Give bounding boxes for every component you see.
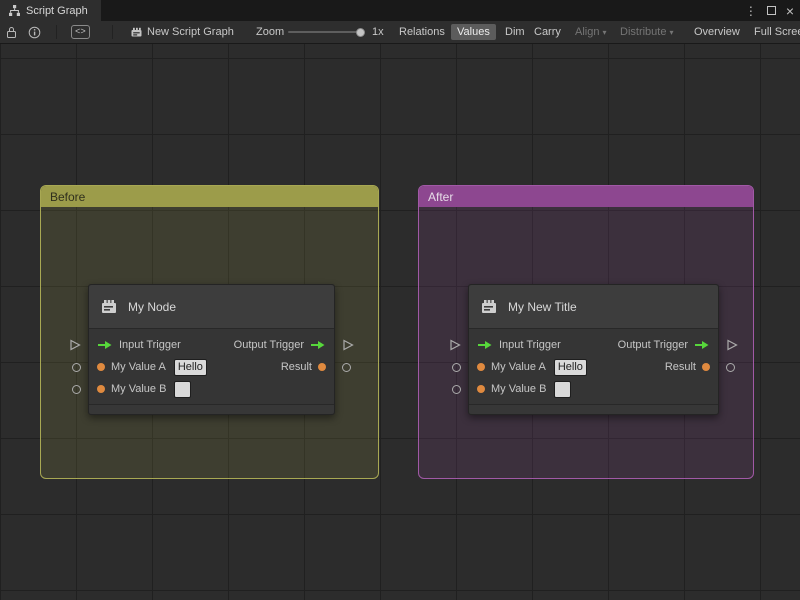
toolbar-separator <box>112 25 113 39</box>
script-graph-window: Script Graph ⋮ × <> New Script Graph Zoo… <box>0 0 800 600</box>
port-row-value-b: My Value B <box>469 378 718 400</box>
value-b-input[interactable] <box>174 380 192 398</box>
value-b-input[interactable] <box>554 380 572 398</box>
port-label: My Value A <box>111 361 166 373</box>
port-label: My Value B <box>491 383 547 395</box>
hollow-circle-icon[interactable] <box>452 363 461 372</box>
value-a-input[interactable]: Hello <box>173 358 207 376</box>
port-row-value-a: My Value A Hello Result <box>469 356 718 378</box>
port-label: My Value B <box>111 383 167 395</box>
hollow-triangle-icon[interactable] <box>726 339 738 351</box>
port-label: Result <box>280 361 312 373</box>
info-icon[interactable] <box>28 21 41 43</box>
hollow-circle-icon[interactable] <box>726 363 735 372</box>
node-footer <box>89 404 334 414</box>
group-title: After <box>428 189 454 204</box>
lock-icon[interactable] <box>6 21 17 43</box>
hollow-circle-icon[interactable] <box>72 363 81 372</box>
hollow-triangle-icon[interactable] <box>449 339 461 351</box>
tab-bar: Script Graph ⋮ × <box>0 0 800 21</box>
toolbar-separator <box>56 25 57 39</box>
orange-dot-icon[interactable] <box>702 363 710 371</box>
graph-name-label[interactable]: New Script Graph <box>147 21 234 43</box>
zoom-slider-handle[interactable] <box>356 28 365 37</box>
node-my-node[interactable]: My Node Input Trigger Output Trigger My … <box>70 284 354 415</box>
port-label: Output Trigger <box>617 339 688 351</box>
node-ports: Input Trigger Output Trigger My Value A … <box>469 329 718 404</box>
green-arrow-icon[interactable] <box>310 340 326 350</box>
carry-button[interactable]: Carry <box>534 21 561 43</box>
green-arrow-icon[interactable] <box>694 340 710 350</box>
node-title: My New Title <box>508 299 577 314</box>
hollow-circle-icon[interactable] <box>452 385 461 394</box>
hollow-triangle-icon[interactable] <box>342 339 354 351</box>
script-machine-icon <box>479 297 499 317</box>
close-icon[interactable]: × <box>786 4 794 18</box>
relations-button[interactable]: Relations <box>399 21 445 43</box>
tab-script-graph[interactable]: Script Graph <box>0 0 101 21</box>
orange-dot-icon[interactable] <box>97 363 105 371</box>
chevron-down-icon: ▾ <box>669 27 674 37</box>
graph-canvas[interactable]: Before My Node Input Trigger Output Trig… <box>0 44 800 600</box>
graph-icon <box>8 4 21 17</box>
window-controls: ⋮ × <box>745 0 794 21</box>
green-arrow-icon[interactable] <box>477 340 493 350</box>
align-label: Align <box>575 26 600 38</box>
value-a-input[interactable]: Hello <box>553 358 587 376</box>
node-my-new-title[interactable]: My New Title Input Trigger Output Trigge <box>450 284 738 415</box>
port-row-value-a: My Value A Hello Result <box>89 356 334 378</box>
node-ports: Input Trigger Output Trigger My Value A … <box>89 329 334 404</box>
values-button[interactable]: Values <box>451 24 496 40</box>
node-header[interactable]: My New Title <box>469 285 718 329</box>
node-footer <box>469 404 718 414</box>
align-button[interactable]: Align ▾ <box>575 21 606 43</box>
distribute-label: Distribute <box>620 26 667 38</box>
maximize-icon[interactable] <box>766 6 776 15</box>
hollow-circle-icon[interactable] <box>72 385 81 394</box>
group-title: Before <box>50 189 86 204</box>
orange-dot-icon[interactable] <box>318 363 326 371</box>
zoom-slider[interactable] <box>288 31 364 33</box>
chevron-down-icon: ▾ <box>602 27 607 37</box>
dim-button[interactable]: Dim <box>505 21 525 43</box>
menu-icon[interactable]: ⋮ <box>745 5 757 17</box>
graph-asset-icon <box>130 21 143 43</box>
orange-dot-icon[interactable] <box>477 363 485 371</box>
port-label: Result <box>664 361 696 373</box>
zoom-value: 1x <box>372 26 384 38</box>
node-title: My Node <box>128 299 177 314</box>
port-label: Input Trigger <box>119 339 181 351</box>
graph-toolbar: <> New Script Graph Zoom 1x Relations Va… <box>0 21 800 44</box>
fullscreen-button[interactable]: Full Screen <box>754 21 800 43</box>
hollow-circle-icon[interactable] <box>342 363 351 372</box>
hollow-triangle-icon[interactable] <box>69 339 81 351</box>
distribute-button[interactable]: Distribute ▾ <box>620 21 673 43</box>
script-machine-icon <box>99 297 119 317</box>
group-header[interactable]: Before <box>41 186 378 207</box>
node-header[interactable]: My Node <box>89 285 334 329</box>
port-row-trigger: Input Trigger Output Trigger <box>89 334 334 356</box>
group-after[interactable]: After My New Title Input Trigger Output … <box>418 185 754 479</box>
code-view-icon[interactable]: <> <box>71 21 90 43</box>
overview-button[interactable]: Overview <box>694 21 740 43</box>
port-label: Input Trigger <box>499 339 561 351</box>
port-label: Output Trigger <box>233 339 304 351</box>
orange-dot-icon[interactable] <box>97 385 105 393</box>
port-row-trigger: Input Trigger Output Trigger <box>469 334 718 356</box>
zoom-label: Zoom <box>256 26 285 38</box>
group-header[interactable]: After <box>419 186 753 207</box>
orange-dot-icon[interactable] <box>477 385 485 393</box>
port-row-value-b: My Value B <box>89 378 334 400</box>
green-arrow-icon[interactable] <box>97 340 113 350</box>
group-before[interactable]: Before My Node Input Trigger Output Trig… <box>40 185 379 479</box>
port-label: My Value A <box>491 361 546 373</box>
tab-title: Script Graph <box>26 4 88 17</box>
